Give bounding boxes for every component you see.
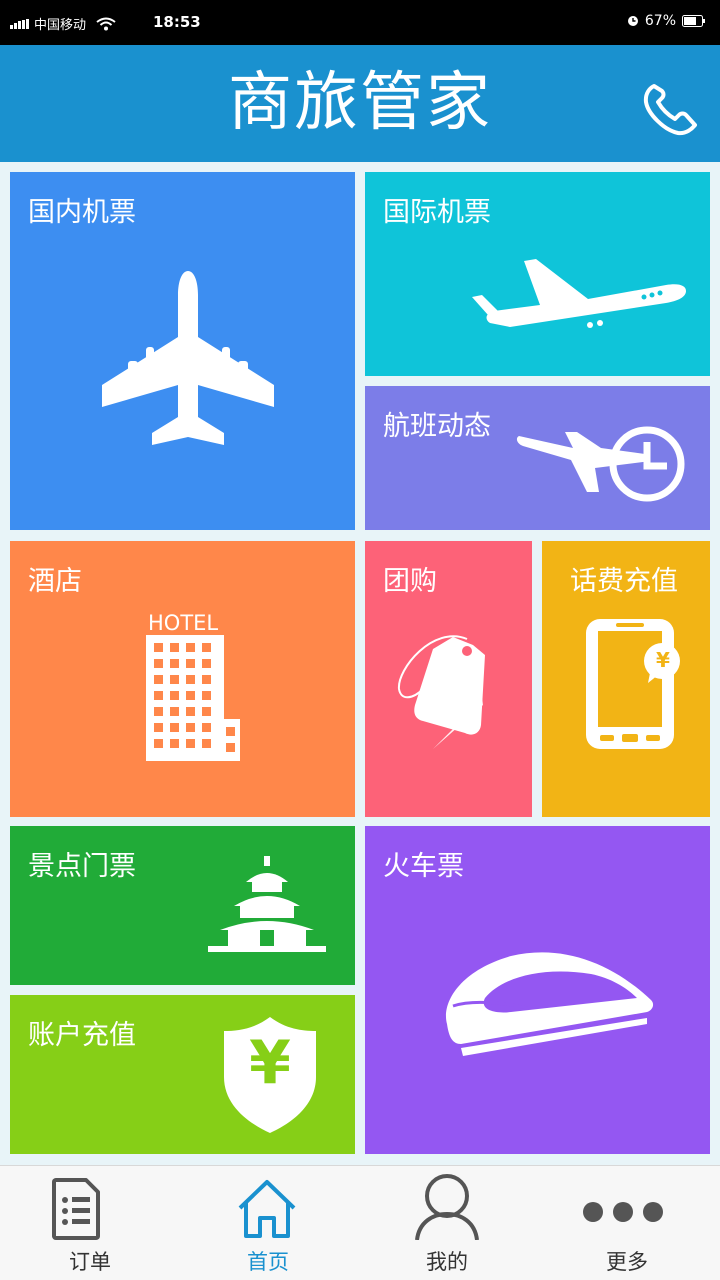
tab-label: 我的 [426,1250,468,1274]
tile-account-recharge[interactable]: 账户充值 ¥ [10,995,355,1154]
battery-icon [682,15,705,27]
tile-flight-status[interactable]: 航班动态 [365,386,710,530]
tile-international-flights[interactable]: 国际机票 [365,172,710,376]
alarm-clock-icon [627,16,638,26]
tile-train-tickets[interactable]: 火车票 [365,826,710,1154]
mobile-yuan-icon [586,619,680,749]
hotel-sign-text: HOTEL [148,611,219,635]
tile-label: 账户充值 [28,1020,136,1051]
status-left: 中国移动 [10,14,116,33]
tile-label: 团购 [383,566,437,597]
tile-label: 景点门票 [28,851,136,882]
tile-group-buy[interactable]: 团购 [365,541,532,817]
document-list-icon [52,1178,100,1240]
flight-clock-icon [516,426,685,502]
app-title: 商旅管家 [228,66,492,140]
status-right: 67% [627,13,706,29]
tab-profile[interactable]: 我的 [357,1166,537,1280]
wifi-icon [96,17,116,30]
tile-label: 航班动态 [383,411,491,442]
tile-label: 话费充值 [570,566,678,597]
tab-more[interactable]: 更多 [537,1166,717,1280]
status-time: 18:53 [153,13,201,31]
tile-label: 火车票 [383,851,464,882]
battery-percent: 67% [644,13,676,29]
tile-label: 国际机票 [383,197,491,228]
tab-home[interactable]: 首页 [178,1166,358,1280]
tile-scenic-tickets[interactable]: 景点门票 [10,826,355,985]
tile-label: 国内机票 [28,197,136,228]
tab-orders[interactable]: 订单 [0,1166,180,1280]
bullet-train-icon [445,952,654,1056]
yuan-symbol: ¥ [656,648,670,672]
carrier-name: 中国移动 [34,18,87,33]
status-bar: 中国移动 18:53 67% [0,0,720,45]
tile-label: 酒店 [28,566,82,597]
bottom-tab-bar: 订单 首页 我的 更多 [0,1165,720,1280]
app-header: 商旅管家 [0,45,720,162]
tile-domestic-flights[interactable]: 国内机票 [10,172,355,530]
signal-icon [10,18,29,29]
tile-phone-recharge[interactable]: 话费充值 ¥ [542,541,710,817]
airplane-icon [102,271,274,445]
tile-hotel[interactable]: 酒店 HOTEL [10,541,355,817]
more-dots-icon [583,1202,663,1222]
home-icon [238,1180,296,1238]
hotel-building-icon [146,635,240,761]
yuan-symbol: ¥ [249,1028,291,1098]
phone-icon[interactable] [640,80,702,138]
person-icon [415,1174,479,1240]
temple-icon [208,856,326,952]
price-tag-icon [397,635,485,749]
tab-label: 订单 [69,1250,111,1274]
tab-label: 首页 [247,1250,289,1274]
tab-label: 更多 [606,1250,648,1274]
airplane-takeoff-icon [472,259,686,328]
